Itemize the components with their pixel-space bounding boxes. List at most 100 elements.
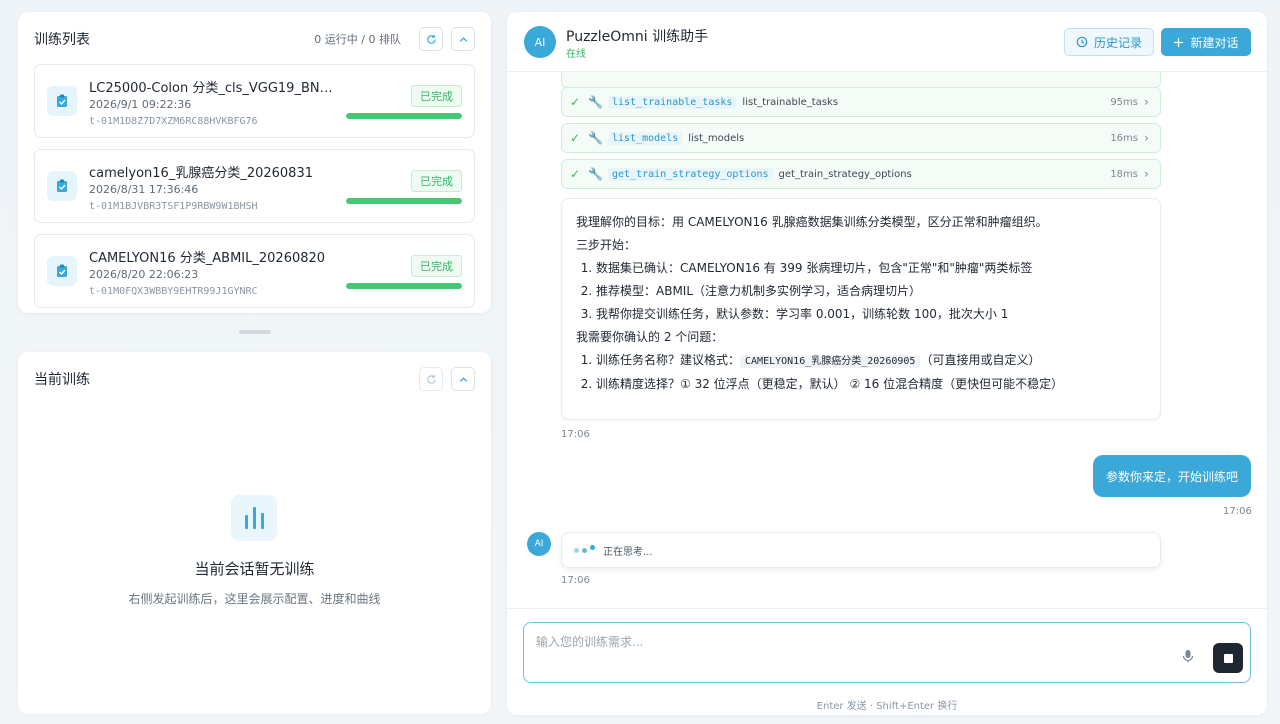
progress-bar (346, 113, 462, 119)
thinking-indicator: 正在思考... (561, 532, 1161, 568)
message-steps-title: 三步开始： (576, 238, 637, 252)
user-message: 参数你来定，开始训练吧 (1093, 455, 1251, 497)
task-id: t-01M1D8Z7D7XZM6RC88HVKBFG76 (89, 116, 258, 127)
collapse-button[interactable] (451, 367, 475, 391)
clipboard-check-icon (47, 171, 77, 201)
progress-fill (346, 113, 462, 119)
task-card[interactable]: LC25000-Colon 分类_cls_VGG19_BN_20… 2026/9… (34, 64, 475, 138)
question-item: 训练任务名称？建议格式：CAMELYON16_乳腺癌分类_20260905（可直… (596, 349, 1146, 373)
assistant-message: 我理解你的目标：用 CAMELYON16 乳腺癌数据集训练分类模型，区分正常和肿… (561, 198, 1161, 420)
tool-duration: 16ms (1110, 132, 1138, 144)
training-list-header: 训练列表 0 运行中 / 0 排队 (34, 26, 475, 52)
status-badge: 已完成 (411, 255, 462, 277)
tool-duration: 18ms (1110, 168, 1138, 180)
thinking-text: 正在思考... (603, 546, 653, 558)
chevron-right-icon: › (1144, 95, 1149, 109)
message-time: 17:06 (1223, 506, 1252, 517)
status-badge: 已完成 (411, 170, 462, 192)
questions-list: 训练任务名称？建议格式：CAMELYON16_乳腺癌分类_20260905（可直… (576, 349, 1146, 396)
plus-icon (1174, 37, 1184, 47)
task-time: 2026/9/1 09:22:36 (89, 98, 192, 111)
task-card[interactable]: camelyon16_乳腺癌分类_20260831 2026/8/31 17:3… (34, 149, 475, 223)
stop-button[interactable] (1213, 643, 1243, 673)
training-list-panel: 训练列表 0 运行中 / 0 排队 LC25000-Colon 分类_cls_V… (18, 12, 491, 313)
empty-state-title: 当前会话暂无训练 (194, 560, 315, 578)
chat-input-area: 输入您的训练需求... Enter 发送 · Shift+Enter 换行 (507, 608, 1267, 715)
tool-name: get_train_strategy_options (778, 168, 912, 180)
queue-info: 0 运行中 / 0 排队 (314, 33, 401, 46)
question-item: 训练精度选择？① 32 位浮点（更稳定，默认） ② 16 位混合精度（更快但可能… (596, 373, 1146, 396)
online-status: 在线 (566, 49, 586, 60)
task-name: LC25000-Colon 分类_cls_VGG19_BN_20… (89, 81, 339, 96)
current-training-header: 当前训练 (34, 366, 475, 392)
message-confirm-title: 我需要你确认的 2 个问题： (576, 330, 724, 344)
microphone-icon[interactable] (1182, 649, 1194, 667)
refresh-icon (426, 374, 436, 384)
chat-header: AI PuzzleOmni 训练助手 在线 历史记录 新建对话 (507, 12, 1267, 72)
refresh-icon (426, 34, 436, 44)
tool-code: get_train_strategy_options (608, 167, 773, 181)
task-name: CAMELYON16 分类_ABMIL_20260820 (89, 251, 326, 266)
question-prefix: 训练任务名称？建议格式： (596, 353, 741, 367)
tool-duration: 95ms (1110, 96, 1138, 108)
steps-list: 数据集已确认：CAMELYON16 有 399 张病理切片，包含"正常"和"肿瘤… (576, 257, 1146, 326)
panel-resize-handle[interactable] (239, 330, 271, 334)
clock-icon (1076, 36, 1088, 48)
tool-code: list_trainable_tasks (608, 95, 737, 109)
wrench-icon: 🔧 (588, 95, 603, 109)
progress-fill (346, 283, 462, 289)
assistant-name: PuzzleOmni 训练助手 (566, 29, 709, 45)
progress-fill (346, 198, 462, 204)
chevron-up-icon (459, 36, 467, 42)
task-card[interactable]: CAMELYON16 分类_ABMIL_20260820 2026/8/20 2… (34, 234, 475, 308)
refresh-button[interactable] (419, 27, 443, 51)
tool-name: list_models (688, 132, 745, 144)
assistant-avatar: AI (527, 532, 551, 556)
loading-dots-icon (574, 544, 595, 553)
chevron-up-icon (459, 376, 467, 382)
chat-panel: AI PuzzleOmni 训练助手 在线 历史记录 新建对话 ✓ 🔧 list… (507, 12, 1267, 715)
message-time: 17:06 (561, 575, 590, 586)
task-name: camelyon16_乳腺癌分类_20260831 (89, 166, 313, 181)
check-icon: ✓ (569, 131, 581, 145)
input-hint: Enter 发送 · Shift+Enter 换行 (816, 701, 958, 712)
new-chat-button[interactable]: 新建对话 (1161, 28, 1251, 56)
tool-name: list_trainable_tasks (742, 96, 839, 108)
tool-call-row[interactable]: ✓ 🔧 list_models list_models 16ms › (561, 123, 1161, 153)
message-intro: 我理解你的目标：用 CAMELYON16 乳腺癌数据集训练分类模型，区分正常和肿… (576, 215, 1048, 229)
history-label: 历史记录 (1093, 35, 1142, 50)
message-time: 17:06 (561, 429, 590, 440)
progress-bar (346, 283, 462, 289)
stop-icon (1223, 653, 1233, 663)
step-item: 数据集已确认：CAMELYON16 有 399 张病理切片，包含"正常"和"肿瘤… (596, 257, 1146, 280)
new-chat-label: 新建对话 (1190, 35, 1239, 50)
task-time: 2026/8/20 22:06:23 (89, 268, 199, 281)
training-list-title: 训练列表 (34, 32, 90, 48)
question-suffix: （可直接用或自定义） (920, 353, 1041, 367)
refresh-button[interactable] (419, 367, 443, 391)
tool-code: list_models (608, 131, 683, 145)
status-badge: 已完成 (411, 85, 462, 107)
chevron-right-icon: › (1144, 167, 1149, 181)
bar-chart-icon (231, 495, 277, 541)
check-icon: ✓ (569, 167, 581, 181)
tool-call-row[interactable]: ✓ 🔧 get_train_strategy_options get_train… (561, 159, 1161, 189)
history-button[interactable]: 历史记录 (1064, 28, 1154, 56)
chat-input[interactable]: 输入您的训练需求... (523, 622, 1251, 683)
task-id: t-01M1BJVBR3TSF1P9RBW9W1BHSH (89, 201, 258, 212)
task-time: 2026/8/31 17:36:46 (89, 183, 199, 196)
wrench-icon: 🔧 (588, 167, 603, 181)
current-training-panel: 当前训练 当前会话暂无训练 右侧发起训练后，这里会展示配置、进度和曲线 (18, 352, 491, 714)
step-item: 推荐模型：ABMIL（注意力机制多实例学习，适合病理切片） (596, 280, 1146, 303)
suggested-task-name: CAMELYON16_乳腺癌分类_20260905 (740, 355, 921, 368)
check-icon: ✓ (569, 95, 581, 109)
assistant-avatar: AI (524, 26, 556, 58)
wrench-icon: 🔧 (588, 131, 603, 145)
progress-bar (346, 198, 462, 204)
task-id: t-01M0FQX3WBBY9EHTR99J1GYNRC (89, 286, 258, 297)
current-training-title: 当前训练 (34, 372, 90, 388)
collapse-button[interactable] (451, 27, 475, 51)
tool-call-row[interactable]: ✓ 🔧 list_trainable_tasks list_trainable_… (561, 87, 1161, 117)
empty-state-subtitle: 右侧发起训练后，这里会展示配置、进度和曲线 (128, 592, 381, 606)
clipboard-check-icon (47, 256, 77, 286)
